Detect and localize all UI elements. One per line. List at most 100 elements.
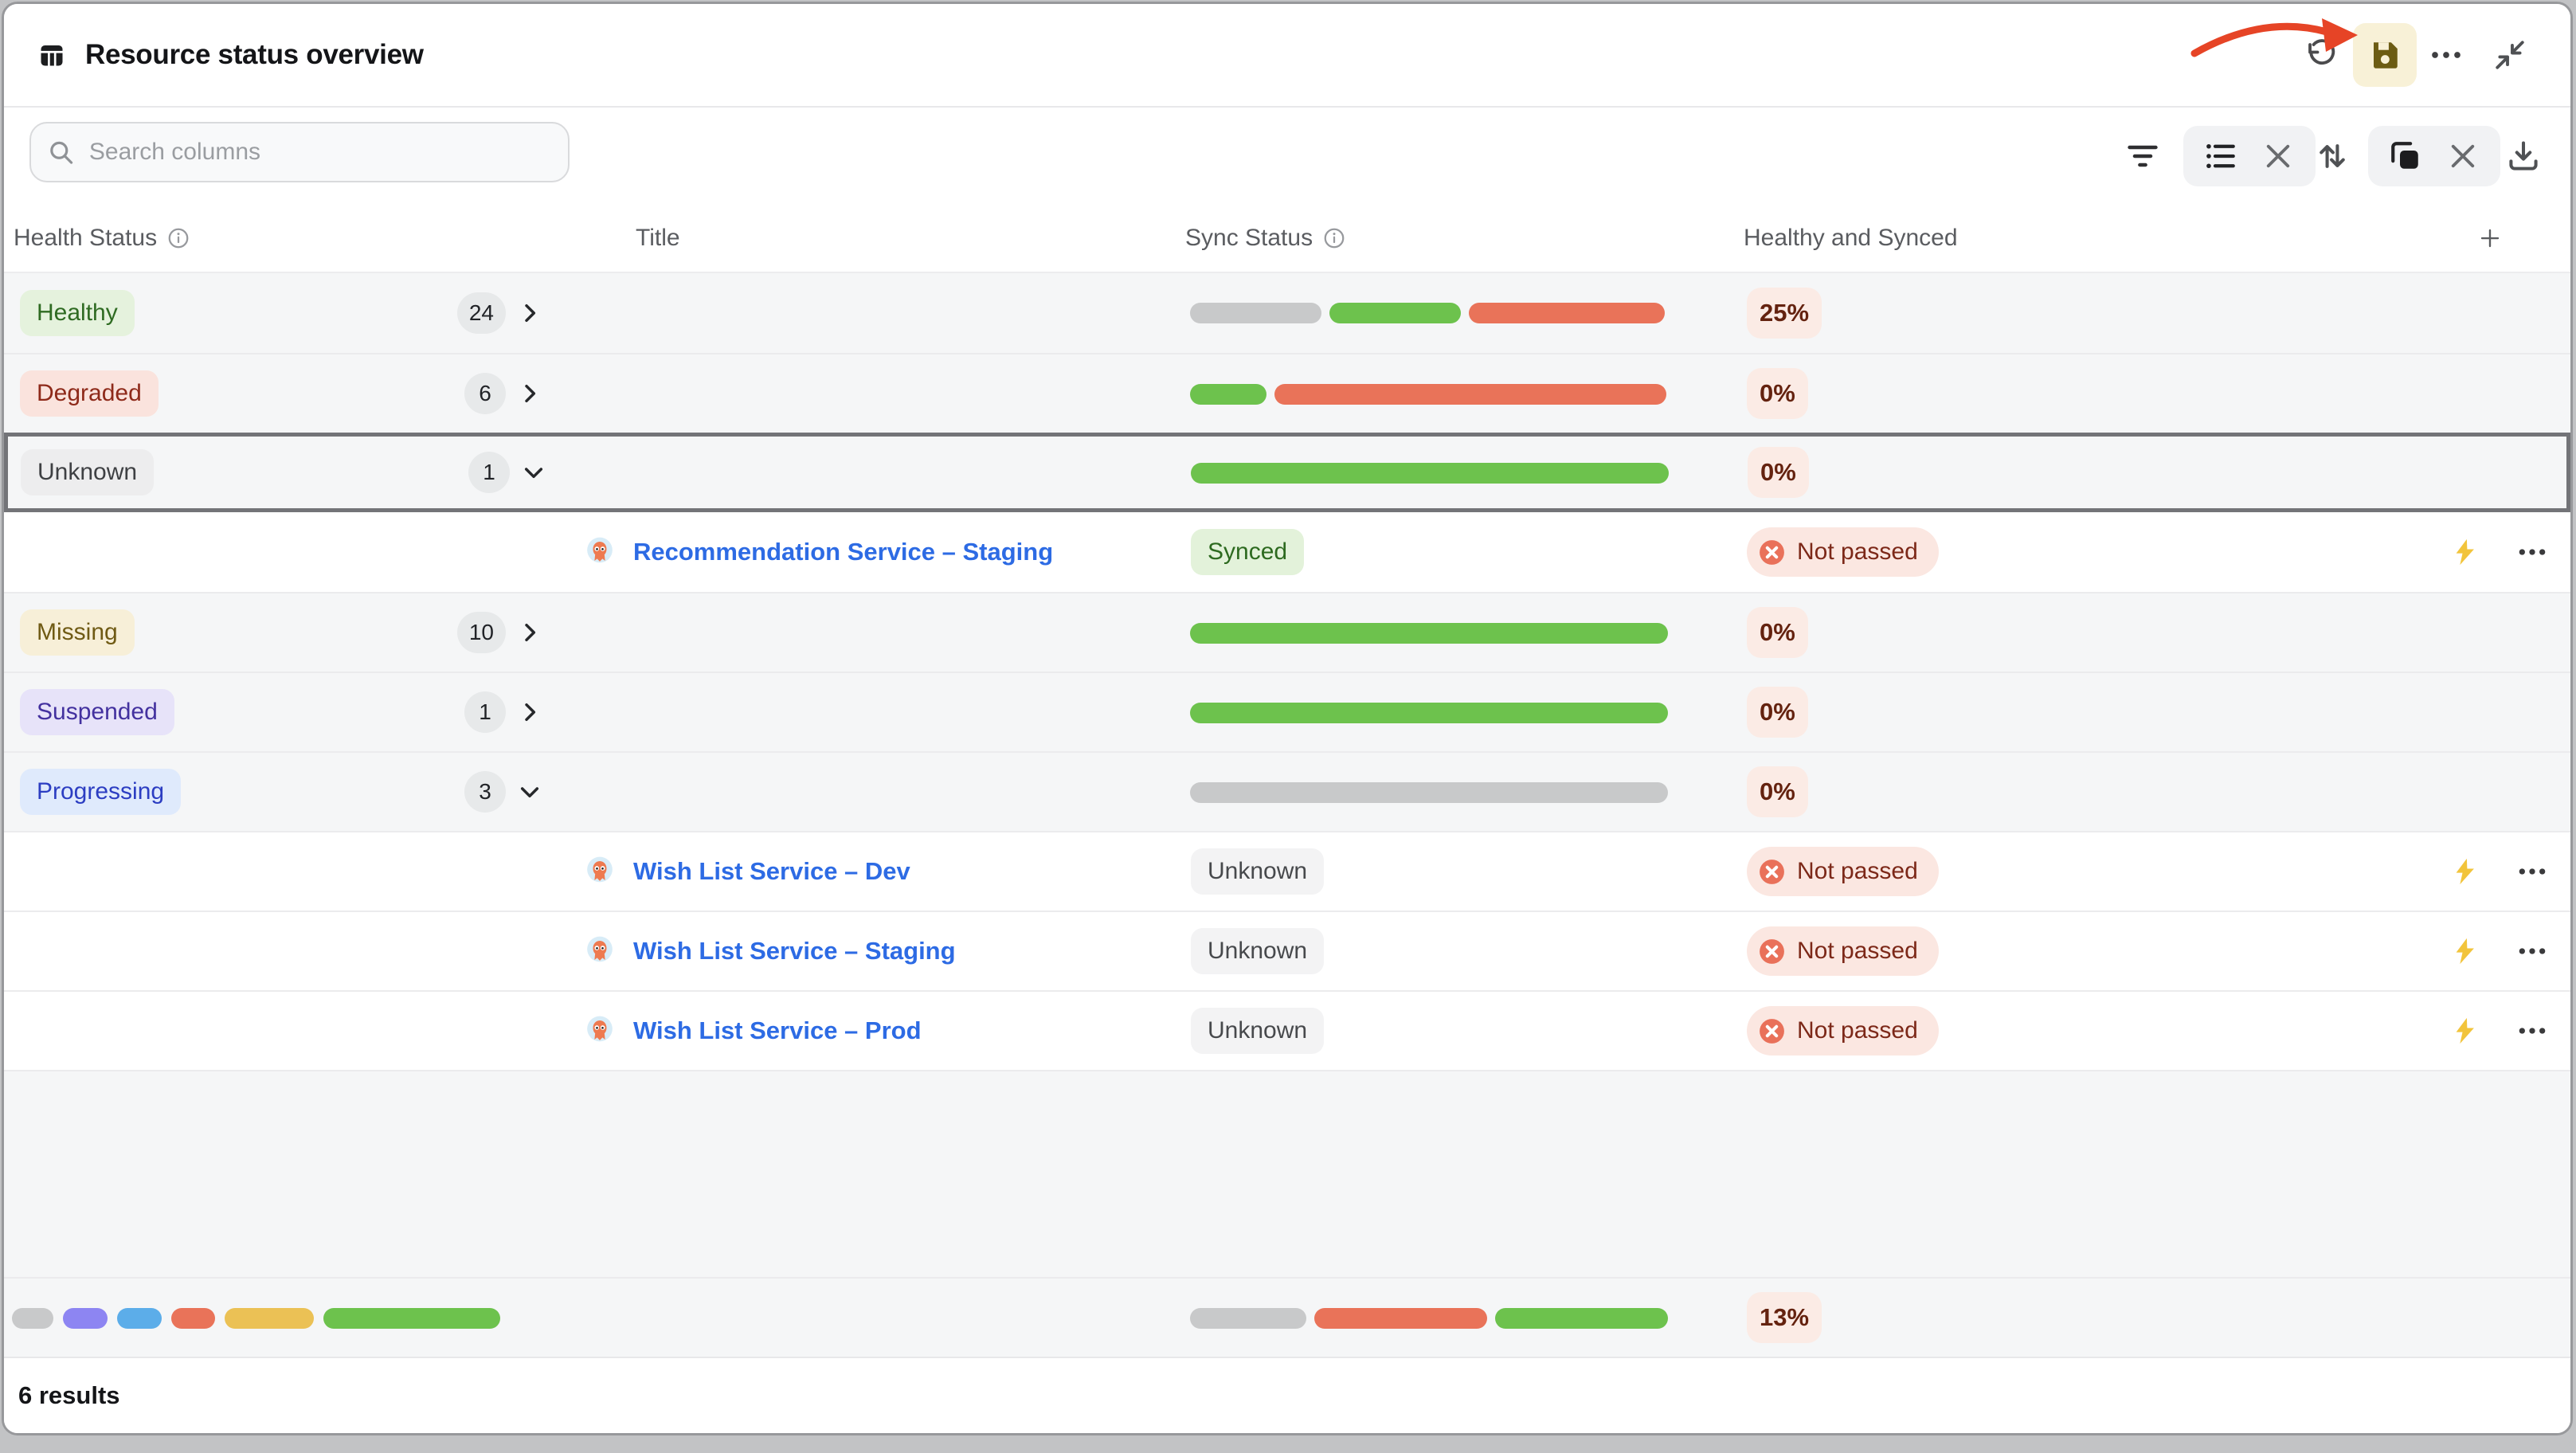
title-bar: Resource status overview [4, 4, 2570, 108]
column-health-status: Health Status [14, 225, 157, 252]
lightning-action-button[interactable] [2450, 1016, 2480, 1046]
filter-icon [2125, 139, 2160, 174]
download-icon [2506, 139, 2541, 174]
screenshot-root: Resource status overview [0, 0, 2576, 1453]
lightning-icon [2450, 537, 2480, 567]
close-icon [2446, 139, 2480, 173]
grouping-pill [2368, 126, 2500, 186]
empty-table-space [4, 1070, 2570, 1277]
table-row-service[interactable]: Recommendation Service – Staging Synced … [4, 512, 2570, 592]
sync-status-bar [1190, 703, 1668, 723]
table-row-suspended[interactable]: Suspended 1 0% [4, 672, 2570, 751]
save-icon [2368, 38, 2402, 72]
chevron-down-icon[interactable] [521, 460, 546, 485]
sync-status-badge: Synced [1191, 529, 1304, 575]
list-view-icon [2204, 139, 2237, 173]
group-count: 3 [464, 771, 506, 813]
lightning-icon [2450, 936, 2480, 966]
sync-status-bar [1190, 384, 1668, 405]
x-circle-icon [1757, 538, 1787, 567]
resource-link[interactable]: Wish List Service – Prod [633, 1016, 922, 1045]
collapse-icon [2493, 38, 2527, 72]
undo-button[interactable] [2288, 23, 2352, 87]
info-icon[interactable] [1322, 226, 1346, 250]
octopus-icon [584, 856, 616, 887]
list-view-button[interactable] [2204, 139, 2237, 173]
lightning-action-button[interactable] [2450, 936, 2480, 966]
group-count: 24 [457, 292, 506, 334]
search-input[interactable] [88, 138, 552, 166]
plus-icon [2478, 226, 2502, 250]
table-toolbar [4, 108, 2570, 205]
lightning-action-button[interactable] [2450, 537, 2480, 567]
x-circle-icon [1757, 1016, 1787, 1046]
sync-status-bar [1191, 463, 1669, 484]
page-title: Resource status overview [85, 39, 424, 71]
sync-status-badge: Unknown [1191, 1008, 1324, 1054]
table-row-service[interactable]: Wish List Service – Dev Unknown Not pass… [4, 831, 2570, 911]
search-box[interactable] [29, 122, 570, 182]
summary-row: 13% [4, 1277, 2570, 1357]
clear-view-button[interactable] [2261, 139, 2295, 173]
resource-link[interactable]: Recommendation Service – Staging [633, 538, 1053, 566]
lightning-action-button[interactable] [2450, 856, 2480, 887]
row-menu-button[interactable] [2517, 936, 2547, 966]
ellipsis-icon [2517, 856, 2547, 887]
table-row-progressing[interactable]: Progressing 3 0% [4, 751, 2570, 831]
sort-button[interactable] [2312, 126, 2352, 186]
table-row-service[interactable]: Wish List Service – Staging Unknown Not … [4, 911, 2570, 990]
healthy-synced-value: 0% [1747, 687, 1808, 738]
table: Health Status Title Sync Status Healthy … [4, 205, 2570, 1357]
more-button[interactable] [2414, 23, 2478, 87]
row-menu-button[interactable] [2517, 856, 2547, 887]
filter-button[interactable] [2123, 126, 2163, 186]
table-row-healthy[interactable]: Healthy 24 25% [4, 273, 2570, 353]
chevron-right-icon[interactable] [517, 381, 542, 406]
resource-link[interactable]: Wish List Service – Dev [633, 857, 910, 886]
health-status-distribution [12, 1308, 500, 1329]
table-row-service[interactable]: Wish List Service – Prod Unknown Not pas… [4, 990, 2570, 1070]
group-count: 1 [464, 691, 506, 733]
sort-icon [2315, 139, 2350, 174]
view-mode-pill [2183, 126, 2316, 186]
add-column-button[interactable] [2478, 205, 2502, 272]
group-copies-button[interactable] [2389, 139, 2422, 173]
healthy-synced-value: 0% [1747, 607, 1808, 658]
ellipsis-icon [2517, 936, 2547, 966]
group-count: 1 [468, 452, 510, 493]
sync-status-bar [1190, 623, 1668, 644]
chevron-right-icon[interactable] [517, 300, 542, 326]
download-button[interactable] [2502, 126, 2545, 186]
check-badge: Not passed [1747, 926, 1939, 976]
sync-status-bar [1190, 782, 1668, 803]
row-menu-button[interactable] [2517, 537, 2547, 567]
octopus-icon [584, 1015, 616, 1047]
column-title: Title [636, 225, 680, 252]
octopus-icon [584, 536, 616, 568]
table-row-degraded[interactable]: Degraded 6 0% [4, 353, 2570, 433]
table-row-unknown-selected[interactable]: Unknown 1 0% [4, 433, 2570, 512]
collapse-button[interactable] [2478, 23, 2542, 87]
save-button[interactable] [2353, 23, 2417, 87]
sync-status-bar [1190, 1308, 1668, 1329]
table-row-missing[interactable]: Missing 10 0% [4, 592, 2570, 672]
row-menu-button[interactable] [2517, 1016, 2547, 1046]
sync-status-bar [1190, 303, 1668, 323]
clear-grouping-button[interactable] [2446, 139, 2480, 173]
check-badge: Not passed [1747, 527, 1939, 577]
group-count: 10 [457, 612, 506, 653]
table-icon [37, 41, 66, 69]
ellipsis-icon [2517, 1016, 2547, 1046]
ellipsis-icon [2517, 537, 2547, 567]
check-badge: Not passed [1747, 847, 1939, 896]
octopus-icon [584, 935, 616, 967]
lightning-icon [2450, 1016, 2480, 1046]
close-icon [2261, 139, 2295, 173]
info-icon[interactable] [166, 226, 190, 250]
resource-link[interactable]: Wish List Service – Staging [633, 937, 956, 965]
search-icon [47, 137, 75, 167]
chevron-down-icon[interactable] [517, 779, 542, 805]
chevron-right-icon[interactable] [517, 699, 542, 725]
column-healthy-synced: Healthy and Synced [1744, 225, 1958, 252]
chevron-right-icon[interactable] [517, 620, 542, 645]
